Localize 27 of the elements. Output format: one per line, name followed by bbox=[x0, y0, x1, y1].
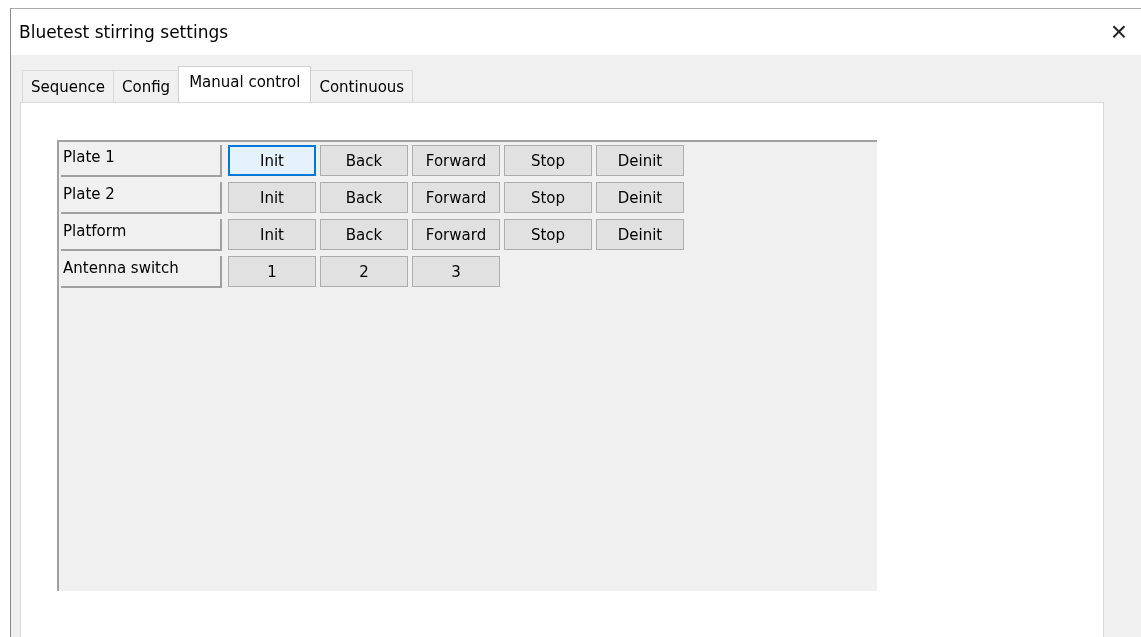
row-header: Antenna switch bbox=[61, 256, 222, 288]
command-button[interactable]: Back bbox=[320, 219, 408, 250]
command-button[interactable]: Back bbox=[320, 145, 408, 176]
command-button[interactable]: 1 bbox=[228, 256, 316, 287]
command-button[interactable]: Init bbox=[228, 219, 316, 250]
command-button[interactable]: Deinit bbox=[596, 219, 684, 250]
row-header: Plate 2 bbox=[61, 182, 222, 214]
close-button[interactable]: × bbox=[1096, 18, 1141, 46]
command-button[interactable]: Deinit bbox=[596, 182, 684, 213]
tab[interactable]: Sequence bbox=[22, 70, 114, 102]
window-title: Bluetest stirring settings bbox=[19, 22, 229, 42]
command-button[interactable]: Stop bbox=[504, 219, 592, 250]
command-button[interactable]: Stop bbox=[504, 145, 592, 176]
command-button[interactable]: Init bbox=[228, 182, 316, 213]
command-button[interactable]: Stop bbox=[504, 182, 592, 213]
tab[interactable]: Continuous bbox=[310, 70, 414, 102]
tab[interactable]: Manual control bbox=[178, 66, 312, 102]
command-button[interactable]: Forward bbox=[412, 145, 500, 176]
command-button[interactable]: 3 bbox=[412, 256, 500, 287]
command-button[interactable]: Deinit bbox=[596, 145, 684, 176]
command-button[interactable]: Forward bbox=[412, 219, 500, 250]
row-header: Platform bbox=[61, 219, 222, 251]
command-button[interactable]: 2 bbox=[320, 256, 408, 287]
command-button[interactable]: Back bbox=[320, 182, 408, 213]
row-header: Plate 1 bbox=[61, 145, 222, 177]
command-button[interactable]: Forward bbox=[412, 182, 500, 213]
command-button[interactable]: Init bbox=[228, 145, 316, 176]
